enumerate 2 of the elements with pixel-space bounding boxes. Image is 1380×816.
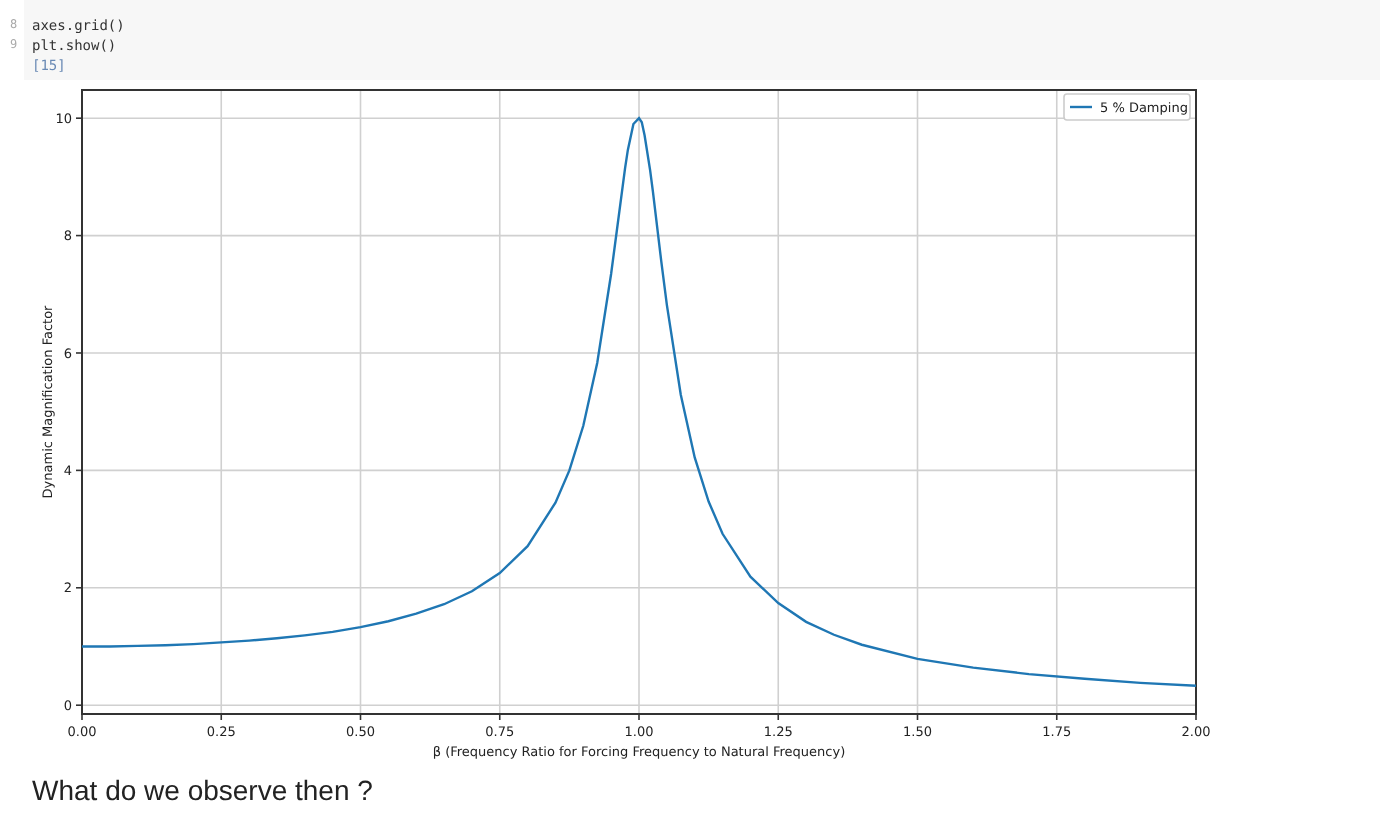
paragraph: What do we observe then ? [30, 774, 375, 806]
legend-line [1070, 105, 1092, 109]
